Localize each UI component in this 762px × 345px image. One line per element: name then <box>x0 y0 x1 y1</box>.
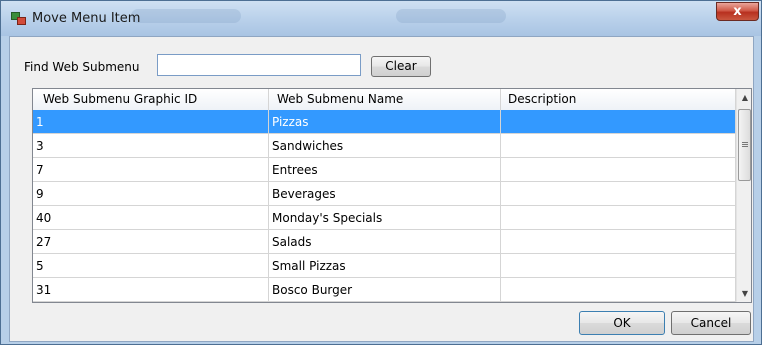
table-row[interactable]: 7 Entrees <box>33 158 736 182</box>
close-icon: x <box>733 4 742 19</box>
description-cell <box>501 110 736 134</box>
app-icon <box>11 12 26 25</box>
move-menu-item-dialog: Move Menu Item x Find Web Submenu Clear … <box>0 0 762 345</box>
table-row[interactable]: 27 Salads <box>33 230 736 254</box>
vertical-scrollbar[interactable]: ▲ ▼ <box>736 89 751 302</box>
name-cell: Beverages <box>269 182 501 206</box>
table-row[interactable]: 31 Bosco Burger <box>33 278 736 302</box>
description-cell <box>501 134 736 158</box>
name-cell: Entrees <box>269 158 501 182</box>
grip-line <box>742 142 748 143</box>
window-title: Move Menu Item <box>32 11 141 26</box>
scrollbar-thumb[interactable] <box>738 109 751 181</box>
graphic-id-cell: 3 <box>33 134 269 158</box>
find-web-submenu-input[interactable] <box>157 54 361 76</box>
description-cell <box>501 254 736 278</box>
description-cell <box>501 206 736 230</box>
grip-line <box>742 144 748 145</box>
graphic-id-cell: 7 <box>33 158 269 182</box>
submenu-grid[interactable]: Web Submenu Graphic ID Web Submenu Name … <box>32 88 752 303</box>
graphic-id-cell: 1 <box>33 110 269 134</box>
description-cell <box>501 182 736 206</box>
graphic-id-cell: 9 <box>33 182 269 206</box>
grid-header: Web Submenu Graphic ID Web Submenu Name … <box>33 89 736 111</box>
scroll-down-icon[interactable]: ▼ <box>737 285 751 302</box>
table-row[interactable]: 5 Small Pizzas <box>33 254 736 278</box>
column-header-name[interactable]: Web Submenu Name <box>269 89 501 110</box>
table-row[interactable]: 3 Sandwiches <box>33 134 736 158</box>
grip-line <box>742 146 748 147</box>
name-cell: Bosco Burger <box>269 278 501 302</box>
background-blur <box>396 9 506 23</box>
table-row[interactable]: 40 Monday's Specials <box>33 206 736 230</box>
name-cell: Small Pizzas <box>269 254 501 278</box>
ok-button[interactable]: OK <box>579 311 665 335</box>
table-row[interactable]: 9 Beverages <box>33 182 736 206</box>
close-button[interactable]: x <box>716 2 759 21</box>
table-row[interactable]: 1 Pizzas <box>33 110 736 134</box>
name-cell: Salads <box>269 230 501 254</box>
name-cell: Pizzas <box>269 110 501 134</box>
graphic-id-cell: 5 <box>33 254 269 278</box>
find-web-submenu-label: Find Web Submenu <box>24 60 140 74</box>
background-blur <box>131 9 241 23</box>
scroll-up-icon[interactable]: ▲ <box>737 89 751 106</box>
description-cell <box>501 158 736 182</box>
graphic-id-cell: 40 <box>33 206 269 230</box>
column-header-description[interactable]: Description <box>501 89 736 110</box>
description-cell <box>501 230 736 254</box>
cancel-button[interactable]: Cancel <box>671 311 751 335</box>
title-bar[interactable]: Move Menu Item x <box>1 1 761 36</box>
column-header-graphic-id[interactable]: Web Submenu Graphic ID <box>33 89 269 110</box>
name-cell: Monday's Specials <box>269 206 501 230</box>
name-cell: Sandwiches <box>269 134 501 158</box>
description-cell <box>501 278 736 302</box>
clear-button[interactable]: Clear <box>371 56 431 77</box>
graphic-id-cell: 31 <box>33 278 269 302</box>
graphic-id-cell: 27 <box>33 230 269 254</box>
